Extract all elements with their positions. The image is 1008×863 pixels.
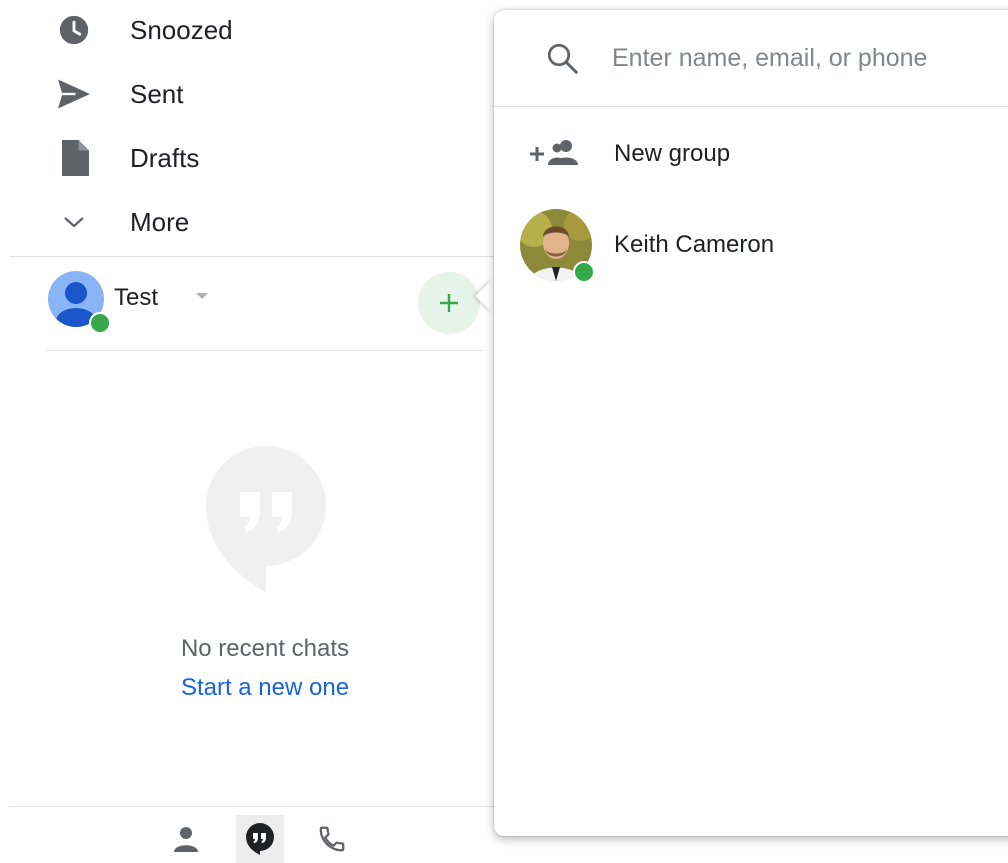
nav-item-drafts[interactable]: Drafts <box>0 126 480 190</box>
new-group-label: New group <box>614 140 731 167</box>
nav-label-more: More <box>130 206 190 237</box>
new-conversation-button[interactable] <box>418 272 480 334</box>
contact-presence-dot <box>573 261 595 283</box>
hangouts-empty-icon <box>206 446 326 597</box>
gmail-hangouts-view: Snoozed Sent Drafts More Test No recent … <box>0 0 1008 863</box>
tab-chats[interactable] <box>236 815 284 863</box>
plus-icon <box>440 294 458 312</box>
nav-label-snoozed: Snoozed <box>130 14 233 45</box>
tab-phone[interactable] <box>308 815 356 863</box>
contact-search-input[interactable] <box>612 38 1008 78</box>
user-name[interactable]: Test <box>114 284 158 312</box>
add-group-icon <box>530 137 582 176</box>
tab-contacts[interactable] <box>162 815 210 863</box>
nav-item-snoozed[interactable]: Snoozed <box>0 0 480 62</box>
nav-item-sent[interactable]: Sent <box>0 62 480 126</box>
nav-item-more[interactable]: More <box>0 190 480 254</box>
phone-icon <box>319 826 345 852</box>
person-icon <box>174 827 198 852</box>
search-icon <box>544 40 580 81</box>
caret-down-icon[interactable] <box>196 293 208 299</box>
nav-label-sent: Sent <box>130 78 184 109</box>
nav-label-drafts: Drafts <box>130 142 200 173</box>
hangouts-divider <box>46 350 482 351</box>
clock-icon <box>52 8 96 52</box>
new-group-row[interactable]: New group <box>494 113 1008 193</box>
draft-icon <box>52 136 96 180</box>
bottom-divider <box>10 806 494 807</box>
new-conversation-popup: New group Keith Cameron <box>494 10 1008 836</box>
hangouts-icon <box>246 823 274 855</box>
contact-name: Keith Cameron <box>614 231 775 258</box>
start-new-chat-link[interactable]: Start a new one <box>0 674 530 702</box>
empty-chats-title: No recent chats <box>180 635 350 662</box>
chevron-down-icon <box>52 200 96 244</box>
user-presence-dot <box>89 312 111 334</box>
nav-divider <box>10 256 494 257</box>
popup-divider <box>494 106 1008 107</box>
send-icon <box>52 72 96 116</box>
